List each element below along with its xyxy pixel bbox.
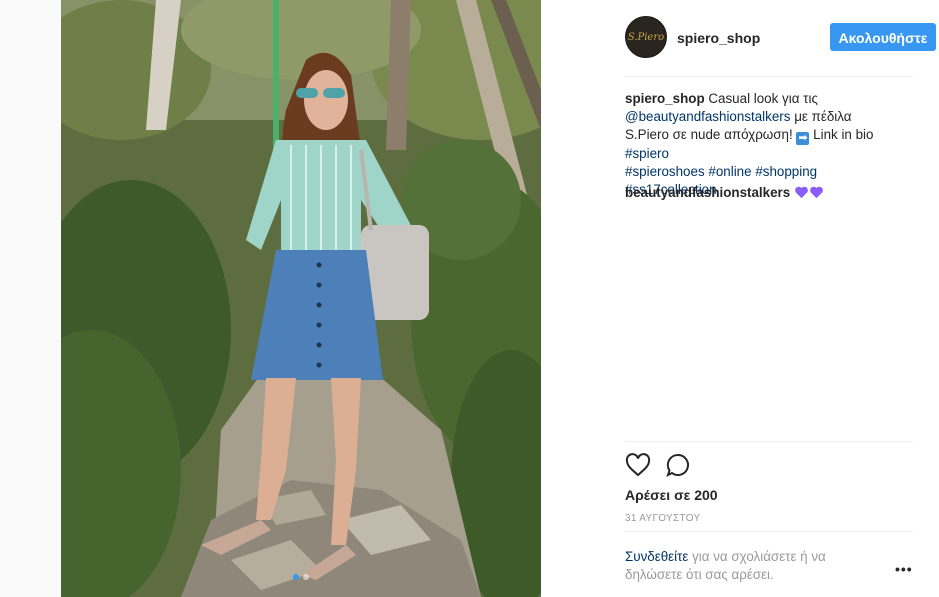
caption-username[interactable]: spiero_shop	[625, 91, 705, 106]
carousel-dot[interactable]	[303, 574, 309, 580]
divider	[625, 441, 913, 442]
username-link[interactable]: spiero_shop	[677, 30, 760, 46]
hashtag-link[interactable]: #spieroshoes	[625, 164, 705, 179]
mention-link[interactable]: @beautyandfashionstalkers	[625, 109, 790, 124]
caption-text: Casual look για τις	[708, 91, 818, 106]
divider	[625, 531, 913, 532]
purple-heart-emoji-icon	[794, 185, 824, 200]
avatar-logo-text: S.Piero	[627, 31, 665, 43]
likes-count[interactable]: Αρέσει σε 200	[625, 487, 718, 503]
post-caption: spiero_shop Casual look για τις @beautya…	[625, 90, 895, 199]
heart-icon[interactable]	[625, 453, 651, 482]
comment-item: beautyandfashionstalkers	[625, 185, 824, 200]
comment-icon[interactable]	[665, 453, 691, 482]
follow-button[interactable]: Ακολουθήστε	[830, 23, 936, 51]
hashtag-link[interactable]: #shopping	[755, 164, 817, 179]
carousel-indicator[interactable]	[61, 567, 541, 585]
login-link[interactable]: Συνδεθείτε	[625, 549, 688, 564]
photo-illustration	[61, 0, 541, 597]
hashtag-link[interactable]: #spiero	[625, 146, 669, 161]
more-options-icon[interactable]: •••	[895, 561, 913, 577]
arrow-emoji-icon: ➡	[796, 132, 810, 145]
divider	[625, 76, 913, 77]
post-photo[interactable]	[61, 0, 541, 597]
page-background-left	[0, 0, 61, 597]
caption-text: Link in bio	[813, 127, 874, 142]
avatar[interactable]: S.Piero	[625, 16, 667, 58]
carousel-dot-active[interactable]	[293, 574, 299, 580]
post-header: S.Piero spiero_shop Ακολουθήστε	[625, 16, 936, 60]
comment-username[interactable]: beautyandfashionstalkers	[625, 185, 790, 200]
post-date: 31 ΑΥΓΟΥΣΤΟΥ	[625, 513, 701, 524]
login-prompt: Συνδεθείτε για να σχολιάσετε ή να δηλώσε…	[625, 548, 865, 584]
hashtag-link[interactable]: #online	[708, 164, 751, 179]
